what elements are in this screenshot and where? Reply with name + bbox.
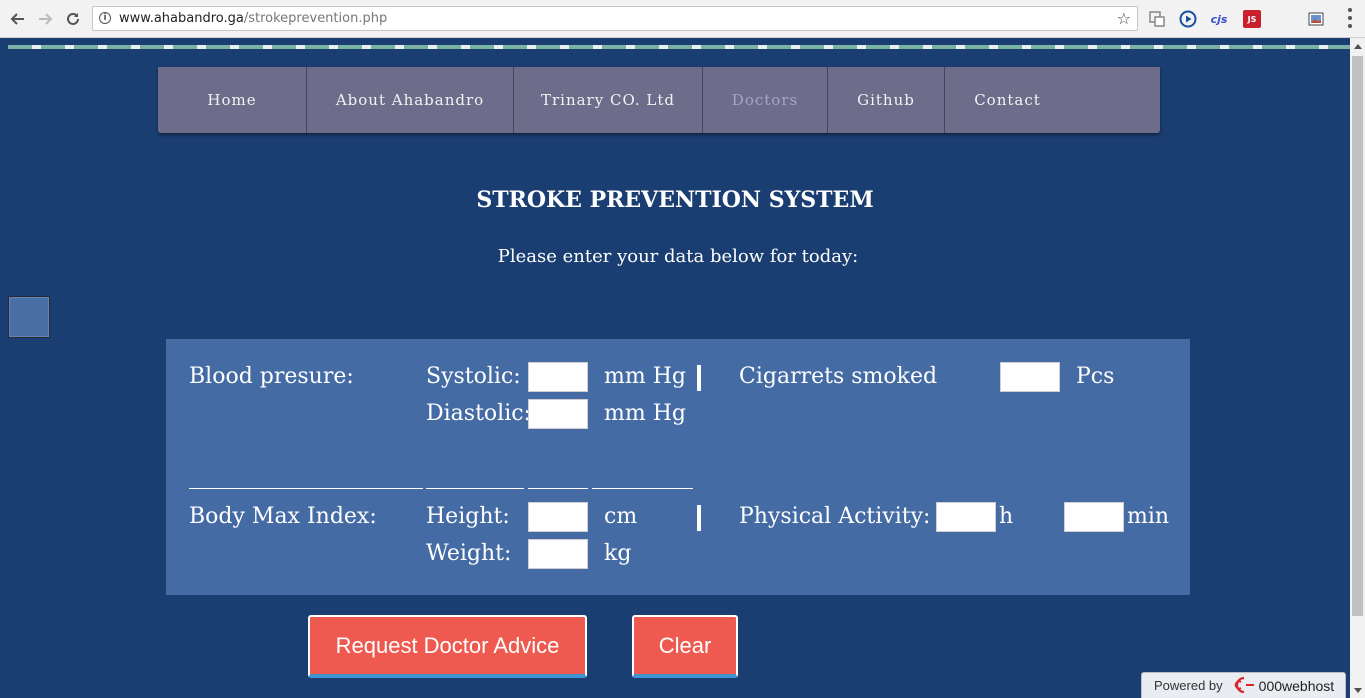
request-doctor-advice-button[interactable]: Request Doctor Advice [308, 615, 587, 678]
row-separator [528, 488, 588, 489]
reload-icon[interactable] [63, 9, 83, 29]
cigarettes-unit: Pcs [1076, 364, 1115, 389]
powered-by-badge[interactable]: Powered by 000webhost [1141, 672, 1346, 698]
page-subtitle: Please enter your data below for today: [497, 246, 859, 267]
info-icon[interactable]: i [99, 12, 111, 24]
url-path: /strokeprevention.php [243, 11, 388, 26]
decorative-dash-strip [8, 45, 1350, 49]
nav-doctors[interactable]: Doctors [703, 67, 828, 133]
play-extension-icon[interactable] [1179, 10, 1197, 28]
weight-input[interactable] [528, 539, 588, 569]
weight-label: Weight: [426, 541, 512, 566]
nav-trinary[interactable]: Trinary CO. Ltd [514, 67, 703, 133]
side-toggle-button[interactable] [8, 296, 50, 338]
activity-minutes-input[interactable] [1064, 502, 1124, 532]
cjs-extension-icon[interactable]: cjs [1210, 10, 1228, 28]
activity-hours-unit: h [999, 504, 1014, 529]
address-bar[interactable]: i www.ahabandro.ga/strokeprevention.php … [92, 6, 1138, 31]
weight-unit: kg [604, 541, 632, 566]
row-separator [426, 488, 524, 489]
blood-pressure-label: Blood presure: [189, 364, 354, 389]
webhost-logo-icon [1233, 676, 1255, 694]
activity-hours-input[interactable] [936, 502, 996, 532]
nav-github[interactable]: Github [828, 67, 945, 133]
url-host: www.ahabandro.ga [119, 11, 244, 26]
height-unit: cm [604, 504, 638, 529]
diastolic-label: Diastolic: [426, 401, 531, 426]
cigarettes-input[interactable] [1000, 362, 1060, 392]
webhost-brand: 000webhost [1258, 677, 1335, 694]
bookmark-star-icon[interactable]: ☆ [1117, 7, 1131, 30]
main-nav: Home About Ahabandro Trinary CO. Ltd Doc… [158, 67, 1160, 133]
diastolic-input[interactable] [528, 399, 588, 429]
systolic-unit: mm Hg [604, 364, 686, 389]
js-extension-icon[interactable]: JS [1243, 10, 1261, 28]
column-divider [697, 365, 701, 391]
data-entry-panel: Blood presure: Systolic: mm Hg Cigarrets… [166, 339, 1190, 595]
nav-about[interactable]: About Ahabandro [307, 67, 514, 133]
nav-contact[interactable]: Contact [945, 67, 1070, 133]
screenshot-extension-icon[interactable] [1307, 10, 1325, 28]
row-separator [592, 488, 693, 489]
bmi-label: Body Max Index: [189, 504, 377, 529]
diastolic-unit: mm Hg [604, 401, 686, 426]
clear-button[interactable]: Clear [632, 615, 738, 678]
scrollbar-thumb[interactable] [1352, 56, 1363, 616]
cigarettes-label: Cigarrets smoked [739, 364, 938, 389]
systolic-label: Systolic: [426, 364, 521, 389]
systolic-input[interactable] [528, 362, 588, 392]
powered-by-label: Powered by [1154, 678, 1223, 693]
height-input[interactable] [528, 502, 588, 532]
translate-extension-icon[interactable] [1148, 10, 1166, 28]
activity-minutes-unit: min [1127, 504, 1170, 529]
page-title: STROKE PREVENTION SYSTEM [476, 187, 874, 213]
forward-icon[interactable] [35, 9, 55, 29]
row-separator [189, 488, 423, 489]
height-label: Height: [426, 504, 510, 529]
scroll-up-arrow-icon[interactable] [1354, 44, 1362, 49]
activity-label: Physical Activity: [739, 504, 931, 529]
browser-toolbar: i www.ahabandro.ga/strokeprevention.php … [0, 0, 1365, 38]
nav-home[interactable]: Home [158, 67, 307, 133]
scroll-down-arrow-icon[interactable] [1354, 688, 1362, 693]
back-icon[interactable] [8, 9, 28, 29]
browser-menu-icon[interactable] [1347, 8, 1353, 28]
column-divider [697, 505, 701, 531]
